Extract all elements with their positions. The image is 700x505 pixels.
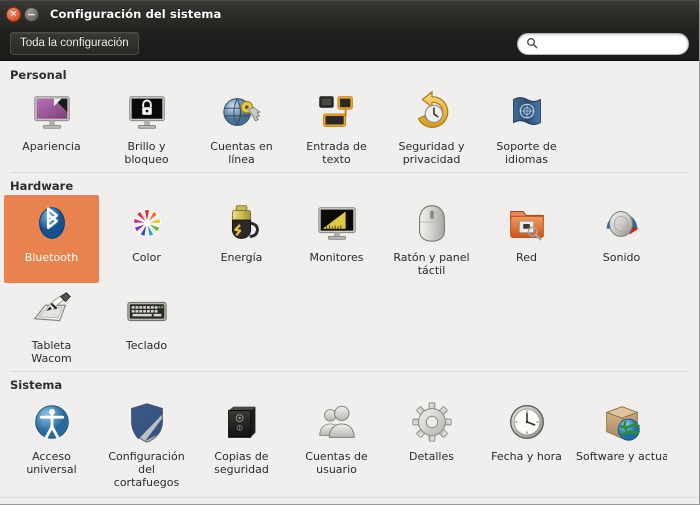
settings-grid: Acceso universal Configuración del corta…	[0, 394, 699, 495]
settings-tile-text-entry[interactable]: Entrada de texto	[289, 84, 384, 172]
firewall-config-icon	[123, 398, 171, 446]
settings-tile-label: Teclado	[125, 339, 168, 352]
settings-tile-label: Ratón y panel táctil	[393, 251, 470, 277]
settings-tile-label: Energía	[220, 251, 263, 264]
settings-tile-label: Copias de seguridad	[214, 450, 269, 476]
displays-icon	[313, 199, 361, 247]
settings-tile-label: Detalles	[409, 450, 454, 463]
close-glyph: ×	[9, 8, 18, 19]
settings-tile-label: Acceso universal	[26, 450, 77, 476]
minimize-icon[interactable]: −	[24, 6, 39, 22]
titlebar: × − Configuración del sistema	[0, 0, 699, 27]
settings-tile-date-time[interactable]: Fecha y hora	[479, 394, 574, 495]
settings-tile-color[interactable]: Color	[99, 195, 194, 283]
universal-access-icon	[28, 398, 76, 446]
settings-tile-label: Bluetooth	[24, 251, 79, 264]
text-entry-icon	[313, 88, 361, 136]
wacom-tablet-icon	[28, 287, 76, 335]
settings-tile-displays[interactable]: Monitores	[289, 195, 384, 283]
appearance-icon	[28, 88, 76, 136]
settings-tile-label: Monitores	[309, 251, 364, 264]
online-accounts-icon	[218, 88, 266, 136]
settings-tile-backups[interactable]: Copias de seguridad	[194, 394, 289, 495]
settings-tile-details[interactable]: Detalles	[384, 394, 479, 495]
settings-tile-online-accounts[interactable]: Cuentas en línea	[194, 84, 289, 172]
minimize-glyph: −	[26, 7, 37, 21]
settings-tile-label: Color	[132, 251, 161, 264]
bottom-divider	[0, 497, 699, 498]
settings-tile-wacom-tablet[interactable]: Tableta Wacom	[4, 283, 99, 371]
settings-tile-label: Cuentas en línea	[210, 140, 273, 166]
window-title: Configuración del sistema	[50, 7, 222, 21]
section-hardware: Hardware Bluetooth Color Energía Monitor…	[0, 172, 699, 371]
section-title: Hardware	[10, 179, 74, 193]
settings-tile-label: Apariencia	[22, 140, 81, 153]
settings-tile-label: Entrada de texto	[306, 140, 367, 166]
search-icon	[526, 34, 538, 53]
section-sistema: Sistema Acceso universal Configuración d…	[0, 371, 699, 495]
settings-tile-language-support[interactable]: Soporte de idiomas	[479, 84, 574, 172]
backups-icon	[218, 398, 266, 446]
color-icon	[123, 199, 171, 247]
section-personal: Personal Apariencia Brillo y bloqueo Cue…	[0, 61, 699, 172]
date-time-icon	[503, 398, 551, 446]
mouse-touchpad-icon	[408, 199, 456, 247]
settings-tile-appearance[interactable]: Apariencia	[4, 84, 99, 172]
settings-tile-user-accounts[interactable]: Cuentas de usuario	[289, 394, 384, 495]
settings-tile-label: Red	[516, 251, 537, 264]
settings-tile-security-privacy[interactable]: Seguridad y privacidad	[384, 84, 479, 172]
toolbar: Toda la configuración	[0, 27, 699, 61]
settings-tile-label: Software y actualizaciones	[576, 450, 667, 463]
settings-tile-bluetooth[interactable]: Bluetooth	[4, 195, 99, 283]
network-icon	[503, 199, 551, 247]
system-settings-window: × − Configuración del sistema Toda la co…	[0, 0, 700, 505]
bluetooth-icon	[28, 199, 76, 247]
settings-tile-power[interactable]: Energía	[194, 195, 289, 283]
keyboard-icon	[123, 287, 171, 335]
details-icon	[408, 398, 456, 446]
search-input[interactable]	[543, 37, 680, 50]
search-box[interactable]	[517, 32, 689, 55]
settings-grid: Bluetooth Color Energía Monitores Ratón …	[0, 195, 699, 371]
sound-icon	[598, 199, 646, 247]
settings-tile-label: Soporte de idiomas	[496, 140, 557, 166]
settings-tile-label: Cuentas de usuario	[305, 450, 368, 476]
settings-tile-universal-access[interactable]: Acceso universal	[4, 394, 99, 495]
settings-tile-network[interactable]: Red	[479, 195, 574, 283]
settings-tile-sound[interactable]: Sonido	[574, 195, 669, 283]
user-accounts-icon	[313, 398, 361, 446]
security-privacy-icon	[408, 88, 456, 136]
brightness-lock-icon	[123, 88, 171, 136]
settings-tile-firewall-config[interactable]: Configuración del cortafuegos	[99, 394, 194, 495]
settings-tile-keyboard[interactable]: Teclado	[99, 283, 194, 371]
software-updates-icon	[598, 398, 646, 446]
settings-tile-mouse-touchpad[interactable]: Ratón y panel táctil	[384, 195, 479, 283]
settings-tile-label: Fecha y hora	[491, 450, 562, 463]
settings-content: Personal Apariencia Brillo y bloqueo Cue…	[0, 61, 699, 504]
close-icon[interactable]: ×	[6, 6, 21, 22]
all-settings-button[interactable]: Toda la configuración	[10, 32, 139, 55]
settings-tile-label: Seguridad y privacidad	[398, 140, 465, 166]
language-support-icon	[503, 88, 551, 136]
settings-tile-label: Configuración del cortafuegos	[108, 450, 185, 489]
section-title: Sistema	[10, 378, 63, 392]
settings-grid: Apariencia Brillo y bloqueo Cuentas en l…	[0, 84, 699, 172]
section-title: Personal	[10, 68, 67, 82]
power-icon	[218, 199, 266, 247]
settings-tile-label: Sonido	[602, 251, 641, 264]
settings-tile-software-updates[interactable]: Software y actualizaciones	[574, 394, 669, 495]
settings-tile-label: Tableta Wacom	[31, 339, 72, 365]
settings-tile-brightness-lock[interactable]: Brillo y bloqueo	[99, 84, 194, 172]
settings-tile-label: Brillo y bloqueo	[124, 140, 169, 166]
